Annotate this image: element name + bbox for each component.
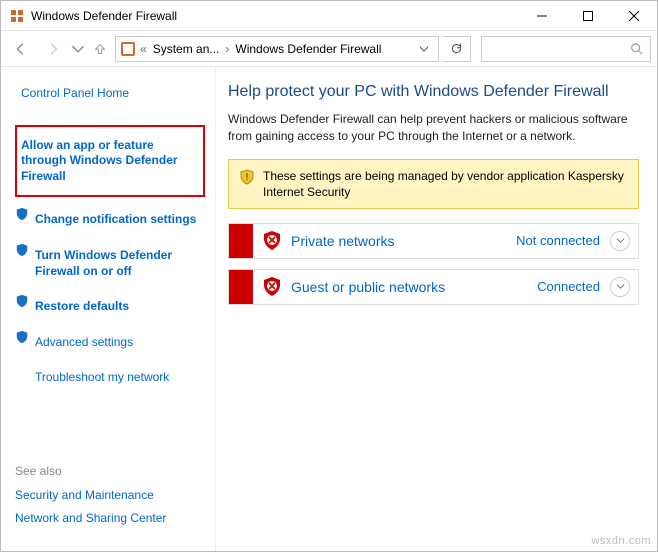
see-also-header: See also: [15, 460, 205, 484]
expand-toggle[interactable]: [610, 231, 630, 251]
sidebar-item-label: Turn Windows Defender Firewall on or off: [35, 243, 205, 284]
forward-button[interactable]: [39, 35, 67, 63]
refresh-button[interactable]: [443, 36, 471, 62]
sidebar-item-change-notifications[interactable]: Change notification settings: [15, 203, 205, 237]
shield-blocked-icon: [261, 230, 283, 252]
network-status: Connected: [537, 279, 600, 294]
titlebar: Windows Defender Firewall: [1, 1, 657, 31]
shield-icon: [15, 207, 29, 221]
see-also-security-maintenance[interactable]: Security and Maintenance: [15, 484, 205, 508]
sidebar-item-allow-app[interactable]: Allow an app or feature through Windows …: [15, 125, 205, 198]
status-stripe: [229, 224, 253, 258]
network-group-private[interactable]: Private networks Not connected: [228, 223, 639, 259]
breadcrumb-item[interactable]: System an...: [149, 42, 224, 56]
maximize-button[interactable]: [565, 1, 611, 31]
svg-text:!: !: [246, 172, 249, 182]
back-button[interactable]: [7, 35, 35, 63]
page-description: Windows Defender Firewall can help preve…: [228, 111, 639, 145]
watermark: wsxdn.com: [591, 535, 651, 547]
sidebar-item-label: Allow an app or feature through Windows …: [21, 133, 199, 190]
control-panel-home-link[interactable]: Control Panel Home: [15, 81, 205, 107]
minimize-button[interactable]: [519, 1, 565, 31]
shield-icon: [15, 330, 29, 344]
main-area: Control Panel Home Allow an app or featu…: [1, 67, 657, 551]
see-also-section: See also Security and Maintenance Networ…: [15, 460, 205, 541]
network-status: Not connected: [516, 233, 600, 248]
search-icon: [630, 42, 644, 56]
window-title: Windows Defender Firewall: [31, 9, 519, 23]
shield-icon: [15, 294, 29, 308]
see-also-network-sharing[interactable]: Network and Sharing Center: [15, 507, 205, 531]
page-heading: Help protect your PC with Windows Defend…: [228, 83, 639, 101]
sidebar-item-label: Change notification settings: [35, 207, 198, 233]
search-input[interactable]: [481, 36, 651, 62]
network-name: Guest or public networks: [291, 279, 537, 295]
sidebar-item-label: Advanced settings: [35, 330, 135, 356]
content-pane: Help protect your PC with Windows Defend…: [216, 67, 657, 551]
control-panel-icon: [120, 41, 136, 57]
shield-blocked-icon: [261, 276, 283, 298]
recent-locations-button[interactable]: [71, 35, 85, 63]
warning-icon: !: [239, 169, 255, 185]
chevron-right-icon: ›: [225, 42, 229, 56]
breadcrumb-dropdown[interactable]: [414, 44, 434, 54]
expand-toggle[interactable]: [610, 277, 630, 297]
sidebar-item-troubleshoot[interactable]: Troubleshoot my network: [15, 361, 205, 395]
up-button[interactable]: [89, 35, 111, 63]
shield-icon: [15, 243, 29, 257]
network-group-public[interactable]: Guest or public networks Connected: [228, 269, 639, 305]
sidebar-item-turn-onoff[interactable]: Turn Windows Defender Firewall on or off: [15, 239, 205, 288]
vendor-warning-banner: ! These settings are being managed by ve…: [228, 159, 639, 209]
sidebar: Control Panel Home Allow an app or featu…: [1, 67, 216, 551]
breadcrumb-separator: «: [140, 42, 147, 56]
navbar: « System an... › Windows Defender Firewa…: [1, 31, 657, 67]
network-name: Private networks: [291, 233, 516, 249]
status-stripe: [229, 270, 253, 304]
warning-text: These settings are being managed by vend…: [263, 168, 628, 200]
sidebar-item-label: Troubleshoot my network: [15, 365, 171, 391]
sidebar-item-label: Restore defaults: [35, 294, 131, 320]
sidebar-item-advanced-settings[interactable]: Advanced settings: [15, 326, 205, 360]
breadcrumb-item[interactable]: Windows Defender Firewall: [231, 42, 385, 56]
sidebar-item-restore-defaults[interactable]: Restore defaults: [15, 290, 205, 324]
firewall-app-icon: [9, 8, 25, 24]
close-button[interactable]: [611, 1, 657, 31]
breadcrumb[interactable]: « System an... › Windows Defender Firewa…: [115, 36, 439, 62]
